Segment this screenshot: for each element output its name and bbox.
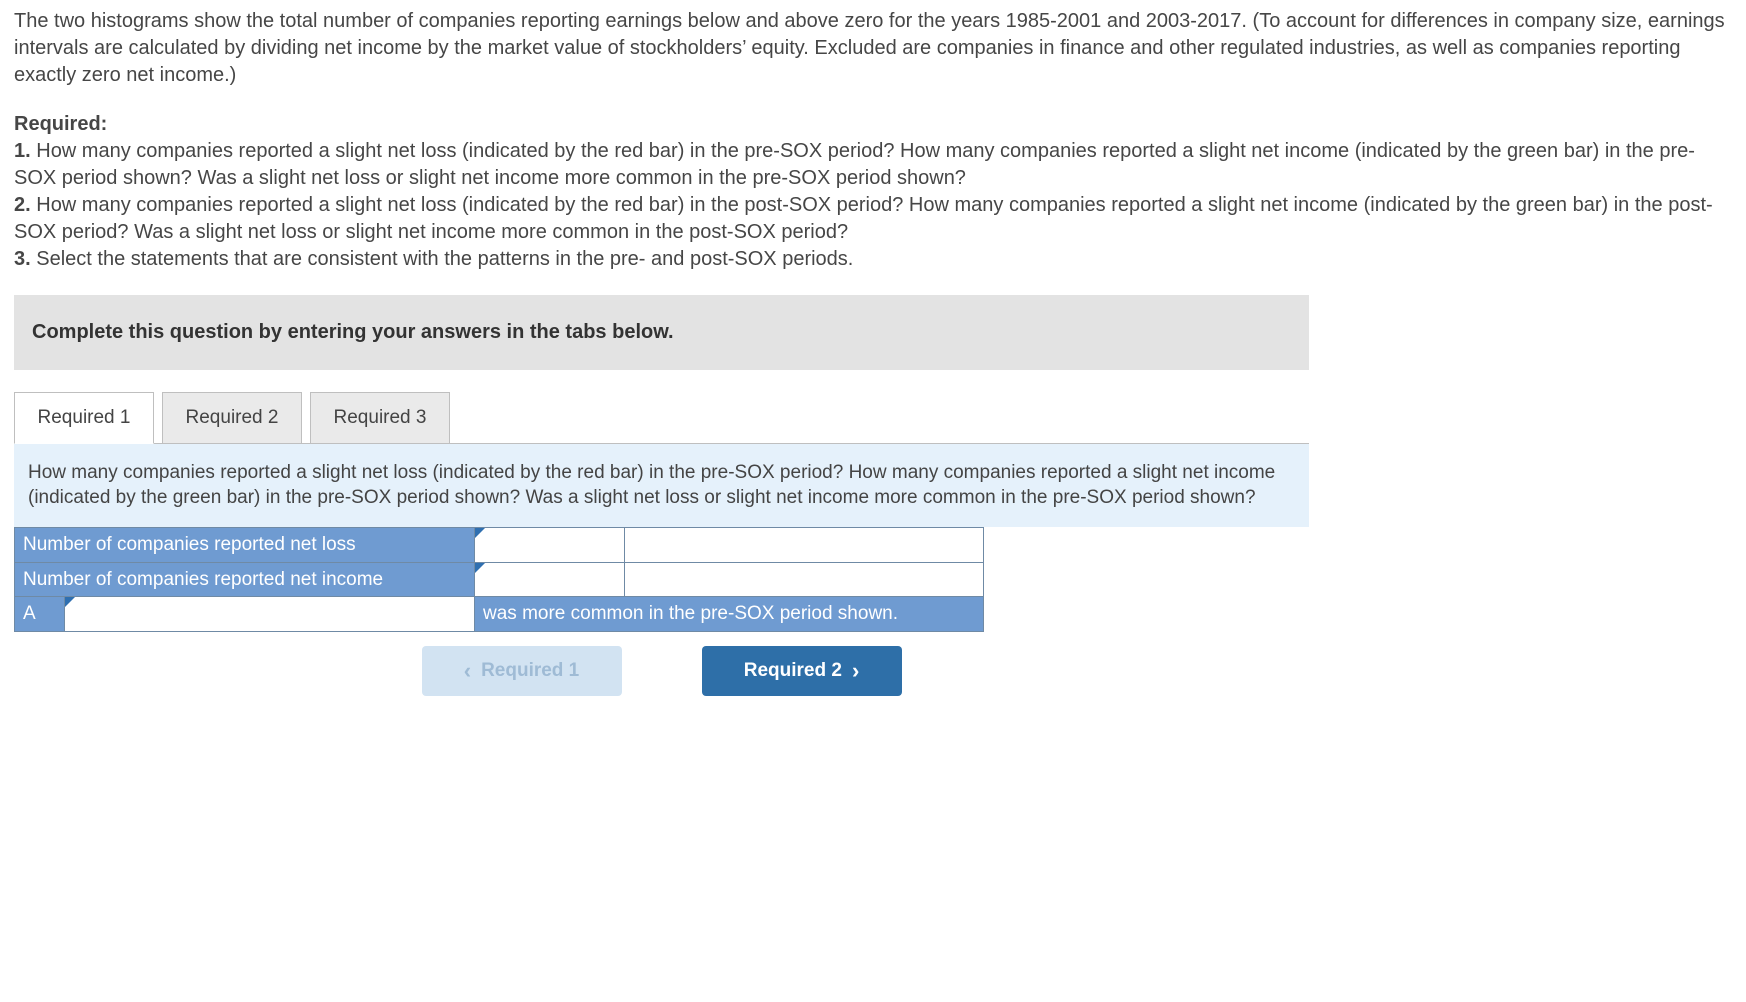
q3-text: Select the statements that are consisten…	[31, 248, 854, 270]
tab-required-3[interactable]: Required 3	[310, 392, 450, 444]
input-marker-icon	[475, 528, 485, 538]
row-label-a: A	[15, 597, 65, 632]
required-block: Required: 1. How many companies reported…	[14, 111, 1732, 273]
table-row: A was more common in the pre-SOX period …	[15, 597, 984, 632]
empty-cell	[625, 527, 984, 562]
nav-row: ‹ Required 1 Required 2 ›	[14, 646, 1309, 696]
tab-required-1[interactable]: Required 1	[14, 392, 154, 444]
required-heading: Required:	[14, 111, 1732, 138]
net-income-input[interactable]	[475, 562, 625, 597]
panel-prompt: How many companies reported a slight net…	[28, 462, 1275, 509]
prev-label: Required 1	[481, 658, 579, 684]
answer-table: Number of companies reported net loss Nu…	[14, 527, 984, 632]
q1-number: 1.	[14, 140, 31, 162]
tab-panel-required-1: How many companies reported a slight net…	[14, 443, 1309, 527]
row-tail-text: was more common in the pre-SOX period sh…	[475, 597, 984, 632]
input-marker-icon	[65, 597, 75, 607]
next-label: Required 2	[744, 658, 842, 684]
tabs-row: Required 1 Required 2 Required 3	[14, 392, 1732, 444]
tab-required-2[interactable]: Required 2	[162, 392, 302, 444]
question-3: 3. Select the statements that are consis…	[14, 246, 1732, 273]
question-2: 2. How many companies reported a slight …	[14, 192, 1732, 246]
q2-number: 2.	[14, 194, 31, 216]
q1-text: How many companies reported a slight net…	[14, 140, 1695, 189]
row-label-net-loss: Number of companies reported net loss	[15, 527, 475, 562]
table-row: Number of companies reported net income	[15, 562, 984, 597]
question-1: 1. How many companies reported a slight …	[14, 138, 1732, 192]
row-label-net-income: Number of companies reported net income	[15, 562, 475, 597]
net-loss-input[interactable]	[475, 527, 625, 562]
q3-number: 3.	[14, 248, 31, 270]
next-required-button[interactable]: Required 2 ›	[702, 646, 902, 696]
input-marker-icon	[475, 563, 485, 573]
intro-text: The two histograms show the total number…	[14, 8, 1732, 89]
table-row: Number of companies reported net loss	[15, 527, 984, 562]
more-common-dropdown[interactable]	[65, 597, 475, 632]
instruction-bar: Complete this question by entering your …	[14, 295, 1309, 370]
q2-text: How many companies reported a slight net…	[14, 194, 1713, 243]
empty-cell	[625, 562, 984, 597]
chevron-left-icon: ‹	[464, 656, 471, 686]
prev-required-button[interactable]: ‹ Required 1	[422, 646, 622, 696]
chevron-right-icon: ›	[852, 656, 859, 686]
